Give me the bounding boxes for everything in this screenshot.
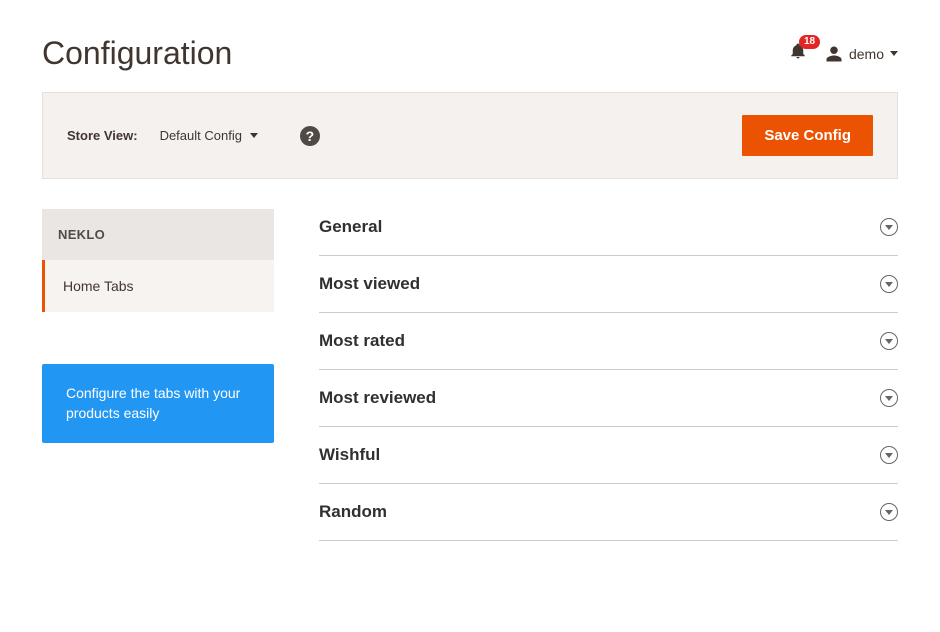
section-most-rated[interactable]: Most rated bbox=[319, 313, 898, 370]
toolbar-left: Store View: Default Config ? bbox=[67, 126, 320, 146]
section-label: Most viewed bbox=[319, 274, 420, 294]
user-icon bbox=[825, 45, 843, 63]
sidebar-item-label: Home Tabs bbox=[63, 278, 134, 294]
main: NEKLO Home Tabs Configure the tabs with … bbox=[42, 209, 898, 541]
caret-down-icon bbox=[250, 133, 258, 138]
store-view-value: Default Config bbox=[160, 128, 242, 143]
store-view-label: Store View: bbox=[67, 128, 138, 143]
header-row: Configuration 18 demo bbox=[0, 0, 940, 92]
section-random[interactable]: Random bbox=[319, 484, 898, 541]
store-view-select[interactable]: Default Config bbox=[160, 128, 258, 143]
section-most-viewed[interactable]: Most viewed bbox=[319, 256, 898, 313]
sidebar-item-home-tabs[interactable]: Home Tabs bbox=[42, 260, 274, 312]
toolbar: Store View: Default Config ? Save Config bbox=[42, 92, 898, 179]
caret-down-icon bbox=[890, 51, 898, 56]
notifications-button[interactable]: 18 bbox=[789, 41, 807, 66]
content: General Most viewed Most rated Most revi… bbox=[319, 209, 898, 541]
username-label: demo bbox=[849, 46, 884, 62]
chevron-down-icon bbox=[880, 332, 898, 350]
chevron-down-icon bbox=[880, 503, 898, 521]
section-label: General bbox=[319, 217, 382, 237]
user-menu[interactable]: demo bbox=[825, 45, 898, 63]
chevron-down-icon bbox=[880, 218, 898, 236]
section-label: Most rated bbox=[319, 331, 405, 351]
section-label: Most reviewed bbox=[319, 388, 436, 408]
chevron-down-icon bbox=[880, 446, 898, 464]
save-config-button[interactable]: Save Config bbox=[742, 115, 873, 156]
page-title: Configuration bbox=[42, 35, 232, 72]
info-box: Configure the tabs with your products ea… bbox=[42, 364, 274, 443]
section-label: Random bbox=[319, 502, 387, 522]
help-icon[interactable]: ? bbox=[300, 126, 320, 146]
header-actions: 18 demo bbox=[789, 41, 898, 66]
sidebar-section-header[interactable]: NEKLO bbox=[42, 209, 274, 260]
notification-badge: 18 bbox=[799, 35, 820, 49]
section-most-reviewed[interactable]: Most reviewed bbox=[319, 370, 898, 427]
section-wishful[interactable]: Wishful bbox=[319, 427, 898, 484]
chevron-down-icon bbox=[880, 389, 898, 407]
chevron-down-icon bbox=[880, 275, 898, 293]
sidebar: NEKLO Home Tabs Configure the tabs with … bbox=[42, 209, 274, 541]
section-label: Wishful bbox=[319, 445, 380, 465]
section-general[interactable]: General bbox=[319, 209, 898, 256]
